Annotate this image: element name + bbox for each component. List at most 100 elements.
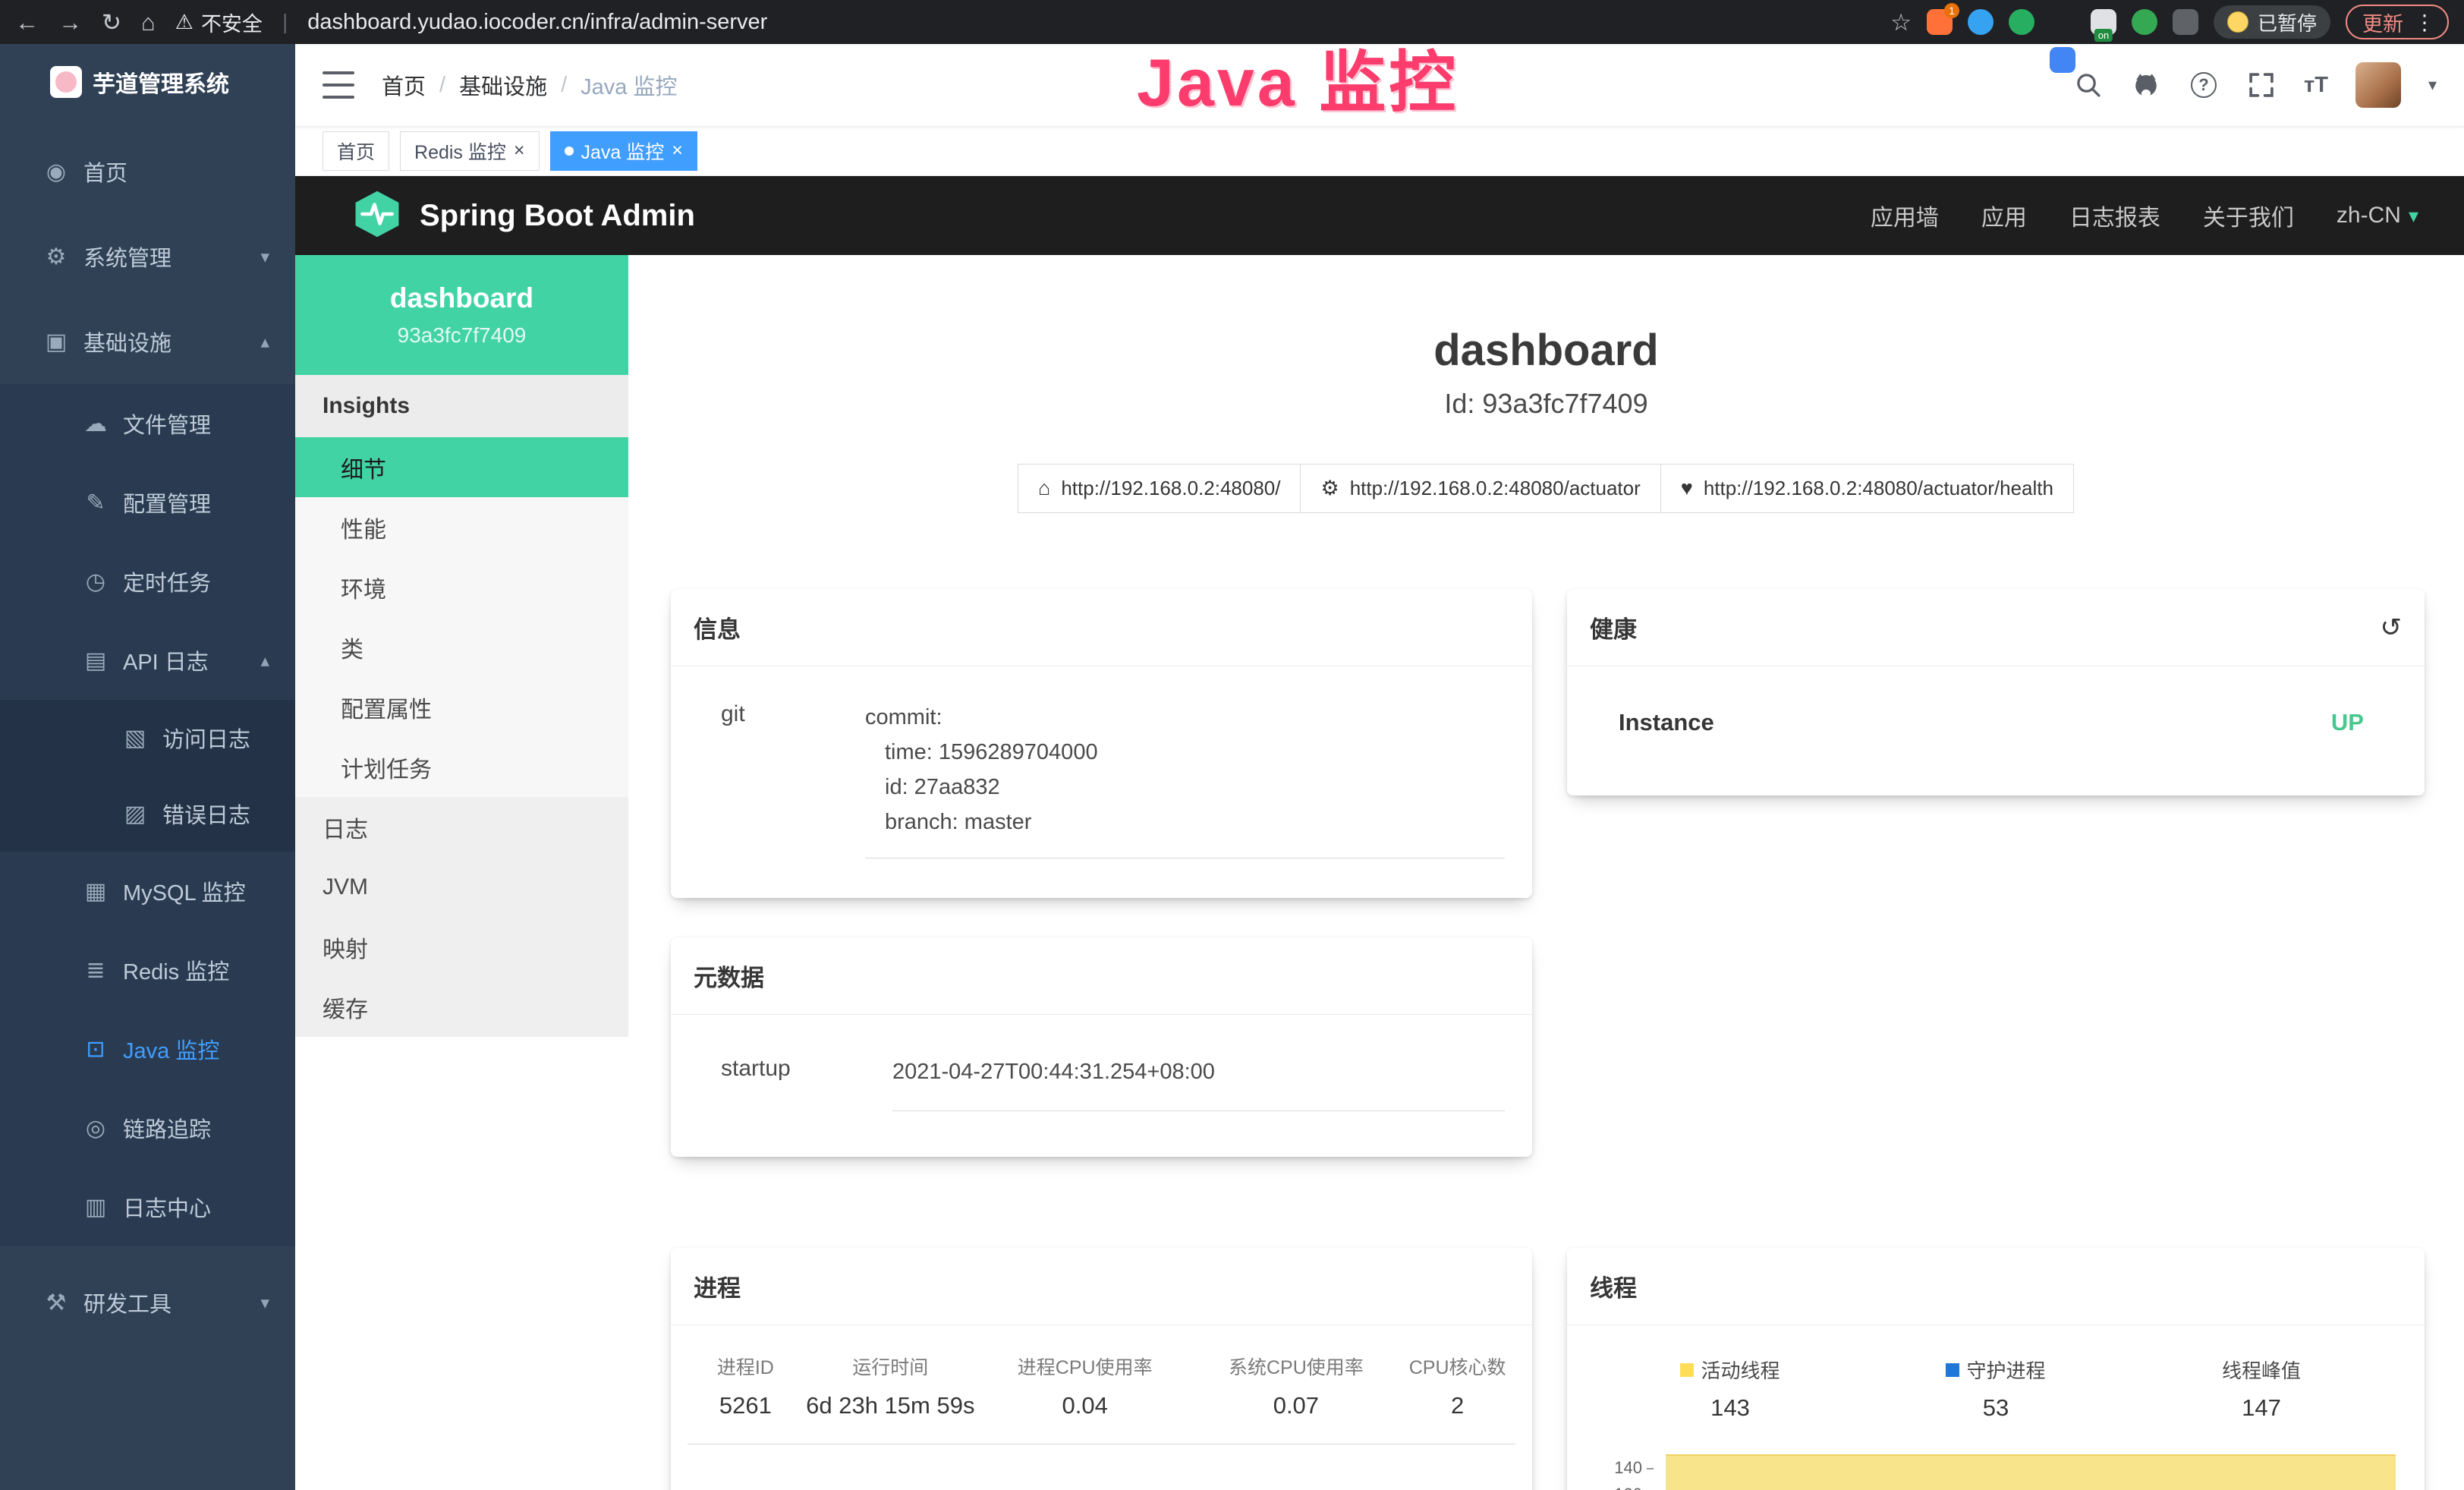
y-tick-120: 120	[1597, 1485, 1654, 1490]
close-icon[interactable]: ×	[672, 141, 683, 160]
sba-instance-header[interactable]: dashboard 93a3fc7f7409	[295, 255, 628, 375]
sba-nav-wallboard[interactable]: 应用墙	[1871, 199, 1939, 232]
sba-item-environment[interactable]: 环境	[295, 557, 628, 617]
sidebar-item-access-logs[interactable]: ▧ 访问日志	[0, 700, 295, 776]
admin-menu: ◉ 首页 ⚙ 系统管理 ▾ ▣ 基础设施 ▴ ☁ 文件管理 ✎ 配置管理	[0, 120, 295, 1345]
tag-redis-monitor[interactable]: Redis 监控 ×	[400, 131, 539, 171]
sba-brand-title[interactable]: Spring Boot Admin	[420, 199, 695, 233]
sidebar-item-system-management[interactable]: ⚙ 系统管理 ▾	[0, 214, 295, 299]
home-icon[interactable]: ⌂	[141, 11, 156, 34]
app-logo-row[interactable]: 芋道管理系统	[0, 44, 295, 120]
value-process-cpu: 0.04	[977, 1392, 1193, 1419]
locale-label: zh-CN	[2337, 203, 2401, 228]
sidebar-item-redis-monitor[interactable]: ≣ Redis 监控	[0, 931, 295, 1010]
sidebar-item-file-management[interactable]: ☁ 文件管理	[0, 384, 295, 463]
breadcrumb-current: Java 监控	[581, 69, 677, 101]
instance-name: dashboard	[390, 282, 533, 314]
sidebar-item-trace[interactable]: ◎ 链路追踪	[0, 1088, 295, 1167]
help-icon[interactable]: ?	[2189, 70, 2219, 100]
actuator-url-link[interactable]: ⚙ http://192.168.0.2:48080/actuator	[1300, 464, 1660, 513]
address-bar[interactable]: dashboard.yudao.iocoder.cn/infra/admin-s…	[307, 10, 767, 35]
chevron-down-icon[interactable]: ▾	[2428, 75, 2437, 95]
sidebar-item-label: Java 监控	[123, 1033, 219, 1065]
extension-fox-icon[interactable]: 1	[1927, 9, 1953, 35]
yellow-square-icon	[1680, 1363, 1694, 1377]
sba-item-jvm[interactable]: JVM	[295, 857, 628, 917]
fullscreen-icon[interactable]	[2246, 70, 2277, 100]
chevron-up-icon: ▴	[260, 332, 269, 352]
link-url: http://192.168.0.2:48080/	[1061, 477, 1280, 500]
chevron-down-icon: ▾	[2409, 204, 2418, 228]
breadcrumb-home[interactable]: 首页	[382, 69, 426, 101]
extension-on-badge: on	[2094, 29, 2113, 42]
sidebar-item-label: Redis 监控	[123, 954, 229, 986]
extension-green-icon[interactable]	[2009, 9, 2034, 35]
sba-item-performance[interactable]: 性能	[295, 497, 628, 557]
hamburger-icon[interactable]	[323, 71, 354, 99]
reload-icon[interactable]: ↻	[102, 11, 121, 34]
breadcrumb-infrastructure[interactable]: 基础设施	[459, 69, 547, 101]
security-indicator[interactable]: ⚠ 不安全	[175, 8, 263, 37]
tag-java-monitor[interactable]: Java 监控 ×	[550, 131, 697, 171]
screen-icon: ⊡	[82, 1036, 109, 1063]
kebab-menu-icon[interactable]: ⋮	[2414, 10, 2435, 35]
bookmark-star-icon[interactable]: ☆	[1890, 11, 1912, 34]
sba-nav-about[interactable]: 关于我们	[2203, 199, 2294, 232]
sba-item-config-props[interactable]: 配置属性	[295, 677, 628, 737]
sba-logo-icon	[353, 190, 401, 242]
extension-drop-icon[interactable]	[1968, 9, 1994, 35]
dashboard-icon: ◉	[42, 159, 70, 185]
sba-item-details[interactable]: 细节	[295, 437, 628, 497]
screenshot-root: ← → ↻ ⌂ ⚠ 不安全 | dashboard.yudao.iocoder.…	[0, 0, 2464, 1490]
back-icon[interactable]: ←	[15, 11, 39, 34]
search-icon[interactable]	[2073, 70, 2104, 100]
sba-item-logs[interactable]: 日志	[295, 797, 628, 857]
col-header-process-cpu: 进程CPU使用率	[977, 1353, 1193, 1380]
tags-view-bar: 首页 Redis 监控 × Java 监控 ×	[295, 126, 2464, 176]
sidebar-item-dev-tools[interactable]: ⚒ 研发工具 ▾	[0, 1260, 295, 1345]
sidebar-item-config-management[interactable]: ✎ 配置管理	[0, 463, 295, 542]
sba-item-mappings[interactable]: 映射	[295, 917, 628, 977]
extension-switch-icon[interactable]: on	[2091, 9, 2116, 35]
history-icon[interactable]: ↺	[2381, 613, 2403, 643]
link-url: http://192.168.0.2:48080/actuator/health	[1704, 477, 2053, 500]
instance-id: 93a3fc7f7409	[398, 323, 527, 348]
sidebar-item-home[interactable]: ◉ 首页	[0, 129, 295, 214]
extension-grid-icon[interactable]	[2050, 47, 2075, 73]
health-url-link[interactable]: ♥ http://192.168.0.2:48080/actuator/heal…	[1660, 464, 2074, 513]
health-card-title: 健康	[1590, 610, 1637, 644]
extension-leaf-icon[interactable]	[2132, 9, 2157, 35]
sba-item-classes[interactable]: 类	[295, 617, 628, 677]
sba-item-caches[interactable]: 缓存	[295, 977, 628, 1037]
locale-selector[interactable]: zh-CN ▾	[2337, 203, 2418, 228]
sidebar-item-error-logs[interactable]: ▨ 错误日志	[0, 776, 295, 852]
sba-item-scheduled-tasks[interactable]: 计划任务	[295, 737, 628, 797]
sidebar-item-label: 定时任务	[123, 565, 211, 597]
paused-pill[interactable]: 已暂停	[2214, 5, 2330, 39]
legend-value: 147	[2242, 1394, 2281, 1422]
sidebar-item-infrastructure[interactable]: ▣ 基础设施 ▴	[0, 299, 295, 384]
tag-home[interactable]: 首页	[323, 131, 389, 171]
left-column: 信息 git commit: time: 1596289704000 id: 2…	[671, 589, 1532, 1157]
sidebar-item-label: 访问日志	[162, 722, 250, 754]
service-url-link[interactable]: ⌂ http://192.168.0.2:48080/	[1018, 464, 1301, 513]
info-card-title: 信息	[671, 589, 1532, 666]
warning-icon: ⚠	[175, 11, 194, 34]
instance-id-line: Id: 93a3fc7f7409	[671, 388, 2422, 420]
sidebar-item-scheduled-tasks[interactable]: ◷ 定时任务	[0, 542, 295, 621]
sidebar-item-api-logs[interactable]: ▤ API 日志 ▴	[0, 621, 295, 700]
font-size-icon[interactable]: тT	[2304, 73, 2328, 98]
close-icon[interactable]: ×	[514, 141, 525, 160]
sidebar-item-label: 文件管理	[123, 408, 211, 439]
sba-nav-applications[interactable]: 应用	[1981, 199, 2027, 232]
info-key: git	[721, 700, 865, 858]
sidebar-item-mysql-monitor[interactable]: ▦ MySQL 监控	[0, 852, 295, 931]
update-button[interactable]: 更新 ⋮	[2346, 5, 2449, 39]
forward-icon[interactable]: →	[58, 11, 82, 34]
sba-nav-journal[interactable]: 日志报表	[2069, 199, 2160, 232]
sidebar-item-log-center[interactable]: ▥ 日志中心	[0, 1167, 295, 1246]
github-icon[interactable]	[2131, 70, 2161, 100]
sidebar-item-java-monitor[interactable]: ⊡ Java 监控	[0, 1010, 295, 1088]
extension-puzzle-icon[interactable]	[2173, 9, 2198, 35]
admin-sidebar: 芋道管理系统 ◉ 首页 ⚙ 系统管理 ▾ ▣ 基础设施 ▴ ☁ 文件管理 ✎	[0, 44, 295, 1490]
